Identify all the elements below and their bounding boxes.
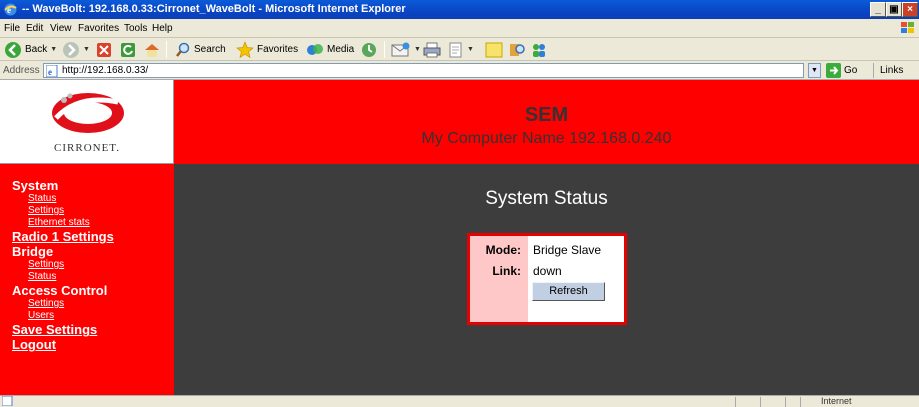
favorites-button[interactable]: Favorites — [236, 40, 298, 59]
refresh-button[interactable]: Refresh — [532, 282, 605, 301]
go-label: Go — [844, 65, 858, 76]
stop-icon — [97, 42, 111, 57]
internet-explorer-icon: e — [4, 3, 17, 16]
system-status-title: System Status — [485, 188, 608, 209]
nav-bridge-settings[interactable]: Settings — [28, 259, 174, 271]
menu-tools[interactable]: Tools — [124, 23, 147, 34]
link-value: down — [533, 264, 562, 278]
cirronet-logo-icon — [52, 93, 124, 133]
mode-value: Bridge Slave — [533, 243, 602, 257]
search-icon — [176, 42, 190, 57]
minimize-button[interactable]: _ — [870, 2, 886, 17]
search-button[interactable]: Search — [175, 40, 226, 59]
back-label: Back — [25, 44, 48, 55]
maximize-button[interactable]: ▣ — [886, 2, 902, 17]
forward-button[interactable]: ▼ — [62, 40, 90, 59]
window-title: -- WaveBolt: 192.168.0.33:Cirronet_WaveB… — [22, 3, 406, 15]
sidebar-nav: System Status Settings Ethernet stats Ra… — [0, 164, 174, 395]
back-button[interactable]: Back ▼ — [4, 40, 57, 59]
address-url: http://192.168.0.33/ — [62, 65, 149, 76]
edit-page-icon — [449, 42, 462, 57]
history-button[interactable] — [360, 40, 378, 59]
page-content: CIRRONET. SEM My Computer Name 192.168.0… — [0, 80, 919, 395]
window-title-bar: e -- WaveBolt: 192.168.0.33:Cirronet_Wav… — [0, 0, 919, 19]
address-dropdown-icon[interactable]: ▼ — [808, 63, 821, 78]
menu-edit[interactable]: Edit — [26, 23, 43, 34]
page-status-icon — [2, 396, 13, 406]
nav-ethernet-stats[interactable]: Ethernet stats — [28, 217, 174, 229]
computer-name: My Computer Name 192.168.0.240 — [421, 130, 672, 147]
address-bar: Address e http://192.168.0.33/ ▼ Go Link… — [0, 61, 919, 80]
nav-save-settings[interactable]: Save Settings — [12, 322, 174, 337]
nav-access-settings[interactable]: Settings — [28, 298, 174, 310]
nav-section-access-control: Access Control — [12, 283, 108, 298]
media-label: Media — [327, 44, 355, 55]
research-button[interactable] — [508, 40, 526, 59]
menu-file[interactable]: File — [4, 23, 20, 34]
menu-bar: File Edit View Favorites Tools Help — [0, 19, 919, 38]
page-header: SEM My Computer Name 192.168.0.240 — [174, 80, 919, 164]
menu-help[interactable]: Help — [152, 23, 173, 34]
discuss-notes-icon — [485, 42, 503, 57]
link-label: Link: — [492, 264, 521, 278]
toolbar-separator-2 — [384, 41, 385, 58]
svg-text:e: e — [48, 67, 52, 77]
search-label: Search — [194, 44, 226, 55]
links-separator — [873, 63, 874, 78]
forward-arrow-icon — [63, 41, 79, 58]
research-icon — [510, 43, 525, 56]
page-icon: e — [46, 65, 58, 77]
nav-logout[interactable]: Logout — [12, 337, 174, 352]
media-icon — [307, 43, 323, 55]
favorites-star-icon — [236, 40, 254, 58]
edit-dropdown-icon[interactable]: ▼ — [467, 46, 474, 53]
go-arrow-icon — [826, 63, 841, 78]
nav-bridge-status[interactable]: Status — [28, 271, 174, 283]
address-input[interactable]: e http://192.168.0.33/ — [43, 63, 804, 78]
cirronet-logo: CIRRONET. — [0, 80, 174, 164]
refresh-icon — [121, 42, 135, 57]
back-dropdown-icon[interactable]: ▼ — [50, 46, 57, 53]
print-button[interactable] — [423, 40, 441, 59]
windows-flag-icon — [901, 22, 914, 33]
nav-access-users[interactable]: Users — [28, 310, 174, 322]
nav-radio1-settings[interactable]: Radio 1 Settings — [12, 229, 174, 244]
refresh-page-button[interactable] — [120, 40, 136, 59]
menu-favorites[interactable]: Favorites — [78, 23, 119, 34]
status-bar: Internet — [0, 395, 919, 407]
status-panel: Mode: Bridge Slave Link: down Refresh — [467, 233, 627, 325]
messenger-people-icon — [533, 43, 545, 57]
back-arrow-icon — [5, 41, 21, 58]
home-icon — [145, 43, 159, 57]
edit-button[interactable]: ▼ — [448, 40, 474, 59]
mode-label: Mode: — [485, 243, 521, 257]
nav-section-bridge: Bridge — [12, 244, 54, 259]
home-button[interactable] — [143, 40, 161, 59]
browser-toolbar: Back ▼ ▼ Search Favorites Media ▼ ▼ — [0, 38, 919, 61]
favorites-label: Favorites — [257, 44, 299, 55]
media-button[interactable]: Media — [306, 40, 354, 59]
logo-text: CIRRONET. — [54, 142, 120, 154]
mail-dropdown-icon[interactable]: ▼ — [414, 46, 421, 53]
go-button[interactable]: Go — [826, 63, 857, 78]
discuss-button[interactable] — [485, 40, 503, 59]
svg-text:e: e — [7, 5, 11, 15]
security-zone: Internet — [821, 396, 852, 406]
menu-view[interactable]: View — [50, 23, 72, 34]
page-title: SEM — [524, 104, 569, 126]
mail-button[interactable]: ▼ — [391, 40, 421, 59]
forward-dropdown-icon[interactable]: ▼ — [83, 46, 90, 53]
address-label: Address — [3, 65, 40, 76]
nav-system-settings[interactable]: Settings — [28, 205, 174, 217]
close-button[interactable]: × — [902, 2, 918, 17]
mail-icon — [391, 42, 410, 56]
links-button[interactable]: Links — [880, 65, 903, 76]
print-icon — [423, 42, 441, 57]
nav-system-status[interactable]: Status — [28, 193, 174, 205]
history-icon — [362, 42, 376, 57]
toolbar-separator — [166, 41, 167, 58]
stop-button[interactable] — [96, 40, 112, 59]
nav-section-system: System — [12, 178, 59, 193]
messenger-button[interactable] — [530, 40, 548, 59]
